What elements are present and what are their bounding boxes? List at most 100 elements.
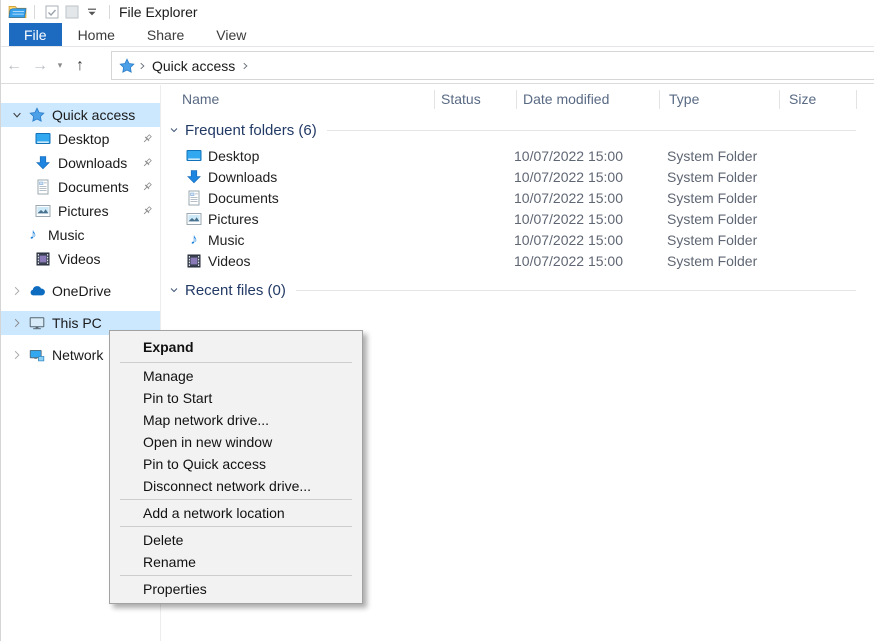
qat-properties-button[interactable] <box>42 2 62 22</box>
sidebar-item-label: Desktop <box>58 131 109 147</box>
menu-separator <box>120 526 352 527</box>
file-row-documents[interactable]: Documents 10/07/2022 15:00 System Folder <box>162 187 874 208</box>
file-name: Videos <box>208 253 251 269</box>
sidebar-item-label: This PC <box>52 315 102 331</box>
column-divider[interactable] <box>516 90 517 109</box>
pin-icon <box>141 181 153 193</box>
group-header-recent-files[interactable]: Recent files (0) <box>162 279 874 301</box>
file-name: Documents <box>208 190 279 206</box>
quick-access-star-icon <box>119 58 135 74</box>
file-row-videos[interactable]: Videos 10/07/2022 15:00 System Folder <box>162 250 874 271</box>
menu-item-disconnect-network-drive[interactable]: Disconnect network drive... <box>110 475 362 497</box>
group-collapse-chevron-icon <box>168 124 180 136</box>
group-collapse-chevron-icon <box>168 284 180 296</box>
menu-item-add-network-location[interactable]: Add a network location <box>110 502 362 524</box>
desktop-icon <box>35 131 51 147</box>
breadcrumb-chevron-icon[interactable] <box>137 60 147 72</box>
tab-file[interactable]: File <box>9 23 62 46</box>
sidebar-item-downloads[interactable]: Downloads <box>1 151 160 175</box>
up-icon[interactable]: ↑ <box>67 57 93 75</box>
chevron-collapsed-icon[interactable] <box>9 349 25 361</box>
sidebar-item-label: Pictures <box>58 203 109 219</box>
menu-item-expand[interactable]: Expand <box>110 334 362 360</box>
file-row-desktop[interactable]: Desktop 10/07/2022 15:00 System Folder <box>162 145 874 166</box>
sidebar-item-onedrive[interactable]: OneDrive <box>1 279 160 303</box>
address-bar[interactable]: Quick access <box>111 51 874 80</box>
breadcrumb-segment[interactable]: Quick access <box>149 58 238 74</box>
menu-item-pin-to-quick-access[interactable]: Pin to Quick access <box>110 453 362 475</box>
back-icon[interactable]: ← <box>1 57 27 75</box>
context-menu-this-pc: Expand Manage Pin to Start Map network d… <box>109 330 363 604</box>
sidebar-item-label: Network <box>52 347 103 363</box>
group-rule <box>327 130 856 131</box>
group-header-frequent-folders[interactable]: Frequent folders (6) <box>162 119 874 141</box>
menu-item-pin-to-start[interactable]: Pin to Start <box>110 387 362 409</box>
recent-locations-chevron-icon[interactable]: ▾ <box>53 60 67 71</box>
chevron-collapsed-icon[interactable] <box>9 285 25 297</box>
menu-item-map-network-drive[interactable]: Map network drive... <box>110 409 362 431</box>
chevron-collapsed-icon[interactable] <box>9 317 25 329</box>
tab-view[interactable]: View <box>200 23 262 46</box>
music-note-icon: ♪ <box>25 227 41 243</box>
forward-icon[interactable]: → <box>27 57 53 75</box>
chevron-expanded-icon[interactable] <box>9 109 25 121</box>
chevron-down-icon <box>87 7 97 17</box>
sidebar-item-videos[interactable]: Videos <box>1 247 160 271</box>
column-headers: Name Status Date modified Type Size <box>162 85 874 113</box>
column-divider[interactable] <box>434 90 435 109</box>
file-row-pictures[interactable]: Pictures 10/07/2022 15:00 System Folder <box>162 208 874 229</box>
menu-item-open-in-new-window[interactable]: Open in new window <box>110 431 362 453</box>
this-pc-monitor-icon <box>29 315 45 331</box>
desktop-icon <box>186 148 202 164</box>
file-type: System Folder <box>667 253 757 269</box>
sidebar-item-label: Videos <box>58 251 101 267</box>
column-header-size[interactable]: Size <box>789 85 816 113</box>
sidebar-item-label: Quick access <box>52 107 135 123</box>
sidebar-item-desktop[interactable]: Desktop <box>1 127 160 151</box>
column-divider[interactable] <box>779 90 780 109</box>
sidebar-item-label: Music <box>48 227 85 243</box>
properties-check-icon <box>45 5 59 19</box>
sidebar-item-music[interactable]: ♪ Music <box>1 223 160 247</box>
group-title[interactable]: Recent files (0) <box>185 282 286 299</box>
ribbon-tab-bar: File Home Share View <box>1 23 874 47</box>
group-rule <box>296 290 856 291</box>
tab-home[interactable]: Home <box>62 23 131 46</box>
qat-customize-button[interactable] <box>82 2 102 22</box>
divider <box>34 5 35 19</box>
column-header-name[interactable]: Name <box>182 85 219 113</box>
pin-icon <box>141 157 153 169</box>
sidebar-item-documents[interactable]: Documents <box>1 175 160 199</box>
file-date-modified: 10/07/2022 15:00 <box>514 211 623 227</box>
music-note-icon: ♪ <box>186 232 202 248</box>
menu-item-delete[interactable]: Delete <box>110 529 362 551</box>
column-header-date-modified[interactable]: Date modified <box>523 85 609 113</box>
menu-item-rename[interactable]: Rename <box>110 551 362 573</box>
navigation-toolbar: ← → ▾ ↑ Quick access <box>1 47 874 84</box>
tab-share[interactable]: Share <box>131 23 200 46</box>
column-header-type[interactable]: Type <box>669 85 699 113</box>
sidebar-item-label: OneDrive <box>52 283 111 299</box>
column-divider[interactable] <box>856 90 857 109</box>
file-date-modified: 10/07/2022 15:00 <box>514 169 623 185</box>
column-divider[interactable] <box>659 90 660 109</box>
qat-new-folder-button[interactable] <box>62 2 82 22</box>
videos-icon <box>186 253 202 269</box>
file-name: Desktop <box>208 148 259 164</box>
videos-icon <box>35 251 51 267</box>
file-row-music[interactable]: ♪ Music 10/07/2022 15:00 System Folder <box>162 229 874 250</box>
downloads-icon <box>35 155 51 171</box>
file-type: System Folder <box>667 211 757 227</box>
nav-buttons: ← → ▾ ↑ <box>1 47 93 84</box>
pictures-icon <box>35 203 51 219</box>
menu-separator <box>120 499 352 500</box>
menu-item-properties[interactable]: Properties <box>110 578 362 600</box>
sidebar-item-pictures[interactable]: Pictures <box>1 199 160 223</box>
menu-item-manage[interactable]: Manage <box>110 365 362 387</box>
column-header-status[interactable]: Status <box>441 85 481 113</box>
group-title[interactable]: Frequent folders (6) <box>185 122 317 139</box>
file-row-downloads[interactable]: Downloads 10/07/2022 15:00 System Folder <box>162 166 874 187</box>
window-title: File Explorer <box>119 4 198 20</box>
breadcrumb-chevron-icon[interactable] <box>240 60 250 72</box>
sidebar-item-quick-access[interactable]: Quick access <box>1 103 160 127</box>
